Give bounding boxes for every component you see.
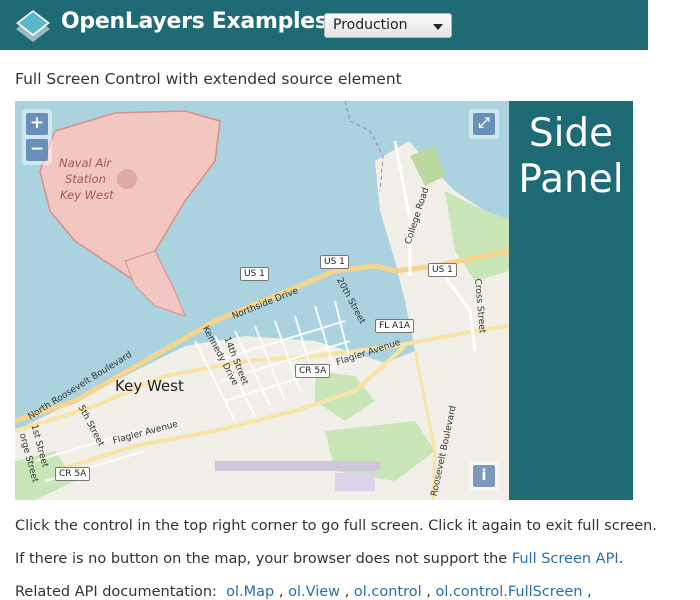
separator: , bbox=[587, 584, 592, 600]
zoom-out-button[interactable]: − bbox=[26, 139, 48, 161]
shield-us1-c: US 1 bbox=[428, 263, 457, 277]
site-title[interactable]: OpenLayers Examples bbox=[61, 9, 328, 34]
chevron-down-icon bbox=[433, 24, 443, 30]
example-title: Full Screen Control with extended source… bbox=[15, 70, 402, 88]
shield-cr5a-2: CR 5A bbox=[55, 467, 91, 481]
api-support-text: If there is no button on the map, your b… bbox=[15, 551, 512, 567]
side-panel-line-2: Panel bbox=[518, 157, 624, 202]
fullscreen-button[interactable]: ⤢ bbox=[473, 113, 495, 135]
attribution-button[interactable]: i bbox=[473, 465, 495, 487]
api-link-ol-view[interactable]: ol.View bbox=[288, 584, 340, 600]
api-support-period: . bbox=[618, 551, 624, 567]
zoom-in-button[interactable]: + bbox=[26, 113, 48, 135]
map-container: Naval Air Station Key West Key West Nort… bbox=[15, 101, 633, 500]
description-paragraph: Click the control in the top right corne… bbox=[15, 518, 657, 534]
openlayers-logo-icon[interactable] bbox=[14, 8, 52, 44]
related-api-paragraph: Related API documentation: ol.Map , ol.V… bbox=[15, 584, 592, 600]
full-screen-api-link[interactable]: Full Screen API bbox=[512, 551, 619, 567]
related-api-label: Related API documentation: bbox=[15, 584, 217, 600]
api-link-ol-map[interactable]: ol.Map bbox=[226, 584, 274, 600]
shield-us1-b: US 1 bbox=[320, 255, 349, 269]
map-label-station: Station bbox=[65, 172, 106, 186]
side-panel: Side Panel bbox=[509, 101, 633, 500]
api-link-ol-control-fullscreen[interactable]: ol.control.FullScreen bbox=[435, 584, 582, 600]
shield-cr5a: CR 5A bbox=[295, 364, 331, 378]
expand-icon: ⤢ bbox=[478, 115, 490, 131]
map-label-naval-air: Naval Air bbox=[59, 156, 112, 170]
shield-us1-a: US 1 bbox=[240, 267, 269, 281]
map-label-key-west: Key West bbox=[115, 377, 184, 395]
api-support-paragraph: If there is no button on the map, your b… bbox=[15, 551, 623, 567]
api-link-ol-control[interactable]: ol.control bbox=[354, 584, 422, 600]
map-label-key-west-base: Key West bbox=[60, 188, 114, 202]
environment-select-value: Production bbox=[333, 17, 408, 33]
shield-fl-a1a: FL A1A bbox=[375, 319, 415, 333]
environment-select[interactable]: Production bbox=[324, 13, 452, 38]
header-bar: OpenLayers Examples Production bbox=[0, 0, 648, 50]
map-viewport[interactable]: Naval Air Station Key West Key West Nort… bbox=[15, 101, 509, 500]
separator: , bbox=[278, 584, 284, 600]
separator: , bbox=[344, 584, 350, 600]
side-panel-line-1: Side bbox=[528, 111, 614, 156]
separator: , bbox=[426, 584, 431, 600]
